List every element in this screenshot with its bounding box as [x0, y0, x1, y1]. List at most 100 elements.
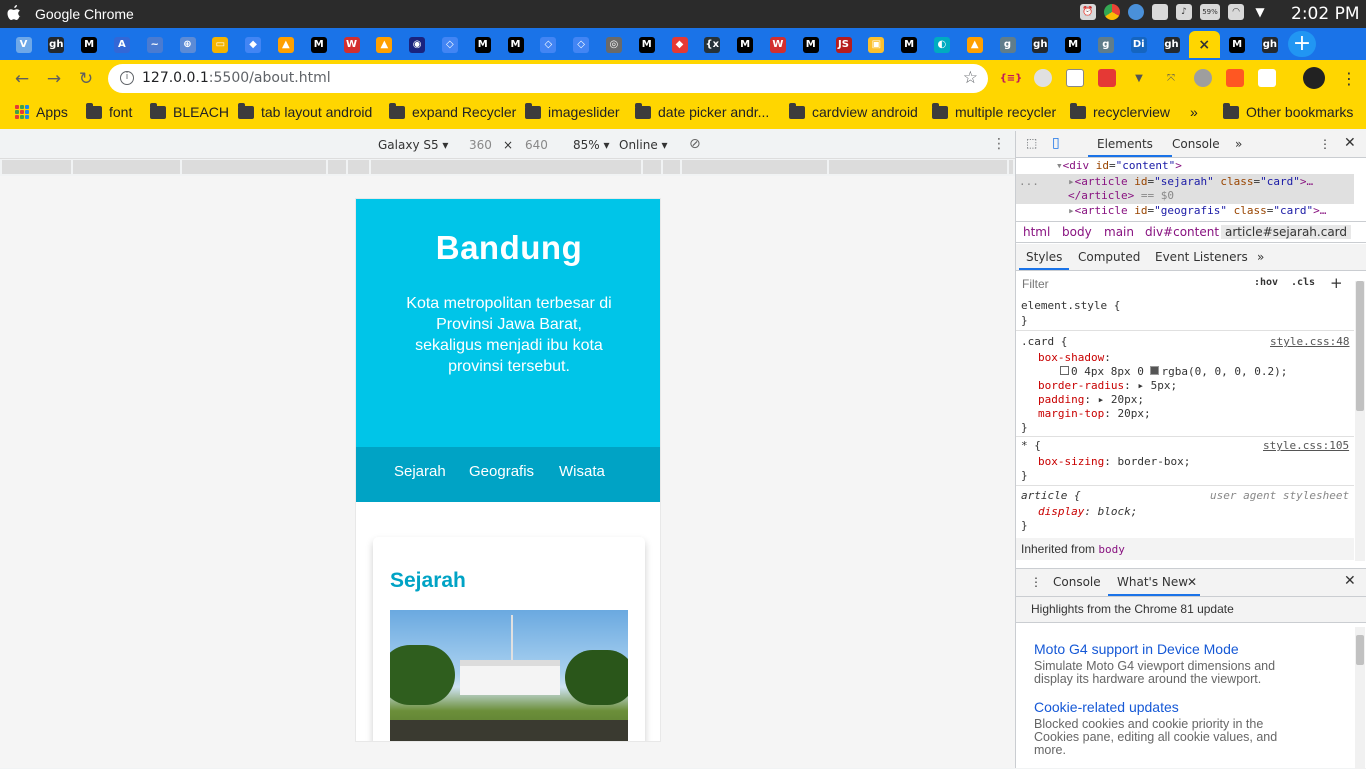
browser-tab[interactable]: Di	[1123, 31, 1154, 58]
val-box-shadow[interactable]: 0 4px 8px 0 rgba(0, 0, 0, 0.2);	[1060, 365, 1287, 378]
browser-tab[interactable]: M	[1058, 31, 1089, 58]
dom-node-sejarah[interactable]: ▸<article id="sejarah" class="card">…	[1068, 175, 1313, 188]
dom-node-geografis[interactable]: ▸<article id="geografis" class="card">…	[1068, 204, 1326, 217]
forward-arrow-icon[interactable]: →	[45, 70, 63, 88]
rotate-icon[interactable]: ⊘	[689, 136, 701, 152]
browser-tab[interactable]: ◐	[926, 31, 957, 58]
browser-tab[interactable]: M	[500, 31, 531, 58]
kebab-menu-icon[interactable]: ⋮	[992, 136, 1006, 152]
browser-tab[interactable]: M	[631, 31, 662, 58]
bookmark-folder[interactable]: tab layout android	[238, 102, 372, 120]
more-tabs-icon[interactable]: »	[1235, 137, 1242, 151]
bookmark-folder[interactable]: recyclerview	[1070, 102, 1170, 120]
device-toggle-icon[interactable]: ▯	[1052, 135, 1060, 151]
rule-star-selector[interactable]: * {	[1021, 439, 1041, 452]
dom-ellipsis[interactable]: ...	[1019, 175, 1039, 188]
avatar[interactable]	[1303, 67, 1325, 89]
cls-toggle[interactable]: .cls	[1291, 277, 1315, 288]
chevron-down-icon[interactable]: ▼	[1252, 4, 1268, 20]
back-arrow-icon[interactable]: ←	[13, 70, 31, 88]
battery-icon[interactable]: 59%	[1200, 4, 1220, 20]
breadcrumb-article[interactable]: article#sejarah.card	[1221, 225, 1352, 239]
settings-gear-icon[interactable]	[1128, 4, 1144, 20]
browser-tab[interactable]: ◆	[238, 31, 269, 58]
browser-tab[interactable]: gh	[1156, 31, 1187, 58]
news-title[interactable]: Cookie-related updates	[1034, 699, 1304, 715]
tab-console[interactable]: Console	[1172, 137, 1220, 151]
extension-timer-icon[interactable]	[1194, 69, 1212, 87]
browser-tab[interactable]: M	[1222, 31, 1253, 58]
tab-elements[interactable]: Elements	[1097, 137, 1153, 151]
browser-tab[interactable]: M	[795, 31, 826, 58]
extension-filter-icon[interactable]: ▼	[1130, 69, 1148, 87]
extension-pen-icon[interactable]	[1258, 69, 1276, 87]
browser-tab[interactable]: M	[730, 31, 761, 58]
bookmark-folder[interactable]: BLEACH	[150, 102, 229, 120]
rule-element-style[interactable]: element.style {	[1021, 299, 1120, 312]
extension-red-icon[interactable]	[1098, 69, 1116, 87]
chrome-icon[interactable]	[1104, 4, 1120, 20]
close-drawer-icon[interactable]: ✕	[1344, 573, 1356, 589]
bookmark-folder[interactable]: imageslider	[525, 102, 620, 120]
app-name[interactable]: Google Chrome	[35, 6, 134, 22]
browser-tab[interactable]: gh	[41, 31, 72, 58]
kebab-menu-icon[interactable]: ⋮	[1340, 69, 1358, 88]
browser-tab[interactable]: gh	[1025, 31, 1056, 58]
browser-tab[interactable]: W	[336, 31, 367, 58]
breadcrumb-html[interactable]: html	[1023, 225, 1050, 239]
height-input[interactable]: 640	[525, 138, 548, 152]
browser-tab[interactable]: gh	[1254, 31, 1285, 58]
inherited-element[interactable]: body	[1098, 543, 1125, 556]
news-title[interactable]: Moto G4 support in Device Mode	[1034, 641, 1304, 657]
browser-tab[interactable]: ◆	[664, 31, 695, 58]
reload-icon[interactable]: ↻	[77, 70, 95, 88]
tab-styles[interactable]: Styles	[1026, 250, 1062, 264]
browser-tab[interactable]: M	[467, 31, 498, 58]
browser-tab[interactable]: W	[762, 31, 793, 58]
kebab-menu-icon[interactable]: ⋮	[1030, 575, 1042, 589]
rule-star-source[interactable]: style.css:105	[1263, 439, 1349, 452]
nav-link-sejarah[interactable]: Sejarah	[394, 463, 446, 480]
browser-tab[interactable]: ▲	[959, 31, 990, 58]
news-item[interactable]: Moto G4 support in Device Mode Simulate …	[1034, 641, 1304, 686]
more-tabs-icon[interactable]: »	[1257, 250, 1264, 264]
volume-icon[interactable]: ♪	[1176, 4, 1192, 20]
bookmark-folder[interactable]: expand Recycler	[389, 102, 516, 120]
browser-tab[interactable]: ◉	[402, 31, 433, 58]
close-tab-icon[interactable]: ✕	[1187, 575, 1197, 589]
rule-card-source[interactable]: style.css:48	[1270, 335, 1349, 348]
nav-link-geografis[interactable]: Geografis	[469, 463, 534, 480]
bookmark-star-icon[interactable]: ☆	[963, 68, 978, 88]
browser-tab[interactable]: ◇	[566, 31, 597, 58]
alarm-icon[interactable]: ⏰	[1080, 4, 1096, 20]
news-item[interactable]: Cookie-related updates Blocked cookies a…	[1034, 699, 1304, 757]
drawer-scrollbar[interactable]	[1355, 627, 1365, 769]
extension-json-icon[interactable]: {≡}	[1000, 69, 1023, 87]
browser-tab[interactable]: g	[1090, 31, 1121, 58]
prop-box-shadow[interactable]: box-shadow:	[1038, 351, 1111, 364]
bookmark-folder[interactable]: font	[86, 102, 132, 120]
more-bookmarks-button[interactable]: »	[1190, 104, 1198, 120]
extension-calendar-icon[interactable]	[1066, 69, 1084, 87]
prop-border-radius[interactable]: border-radius: ▸ 5px;	[1038, 379, 1177, 392]
prop-display[interactable]: display: block;	[1038, 505, 1137, 518]
browser-tab[interactable]: ▭	[205, 31, 236, 58]
browser-tab[interactable]: A	[106, 31, 137, 58]
width-input[interactable]: 360	[469, 138, 492, 152]
rule-card-selector[interactable]: .card {	[1021, 335, 1067, 348]
browser-tab[interactable]: M	[303, 31, 334, 58]
hov-toggle[interactable]: :hov	[1254, 277, 1278, 288]
browser-tab[interactable]: ◎	[598, 31, 629, 58]
dom-node-content[interactable]: ▾<div id="content">	[1056, 159, 1182, 172]
browser-tab[interactable]: V	[8, 31, 39, 58]
browser-tab[interactable]: ~	[139, 31, 170, 58]
inspect-icon[interactable]: ⬚	[1026, 136, 1037, 150]
styles-filter-input[interactable]	[1019, 274, 1244, 294]
kebab-menu-icon[interactable]: ⋮	[1319, 137, 1331, 151]
wifi-icon[interactable]: ◠	[1228, 4, 1244, 20]
device-select[interactable]: Galaxy S5 ▾	[378, 138, 448, 152]
browser-tab[interactable]: ▲	[270, 31, 301, 58]
browser-tab[interactable]: M	[74, 31, 105, 58]
breadcrumb-div-content[interactable]: div#content	[1145, 225, 1219, 239]
browser-tab[interactable]: g	[992, 31, 1023, 58]
